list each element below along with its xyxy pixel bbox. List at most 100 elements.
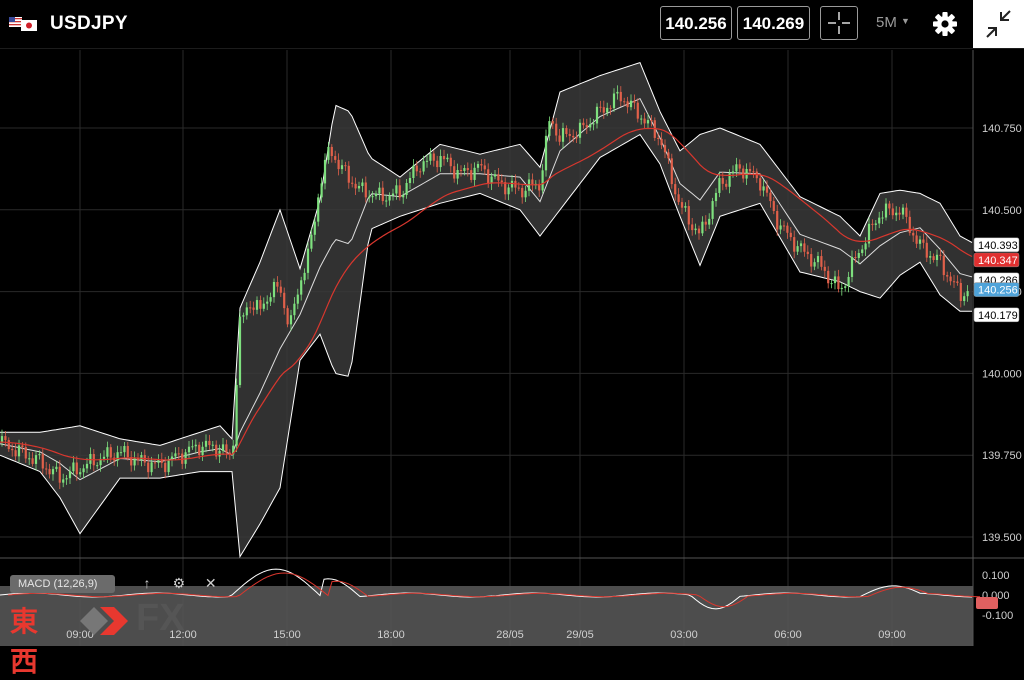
candle-body	[38, 454, 41, 456]
candle-body	[174, 453, 177, 457]
candle-body	[79, 472, 82, 475]
candle-body	[592, 123, 595, 125]
candle-body	[429, 153, 432, 161]
candle-body	[861, 249, 864, 254]
candle-body	[225, 444, 228, 453]
candle-body	[776, 210, 779, 230]
candle-body	[874, 223, 877, 225]
candle-body	[585, 125, 588, 128]
candle-body	[286, 308, 289, 325]
candle-body	[419, 171, 422, 173]
candle-body	[31, 458, 34, 464]
candle-body	[116, 452, 119, 461]
candle-body	[833, 276, 837, 284]
candle-body	[279, 286, 282, 293]
candle-body	[140, 455, 143, 461]
candle-body	[806, 251, 809, 255]
candle-body	[626, 101, 629, 108]
top-bar: USDJPY 140.256 140.269 5M ▼	[0, 0, 1024, 49]
candle-body	[701, 221, 704, 234]
candle-body	[691, 224, 694, 231]
candle-body	[765, 186, 769, 193]
candle-body	[772, 201, 775, 211]
bollinger-bands	[0, 61, 973, 559]
candle-body	[623, 101, 626, 103]
candle-body	[850, 256, 854, 277]
price-tag-label: 140.393	[978, 240, 1018, 252]
candle-body	[694, 228, 697, 231]
candle-body	[245, 307, 248, 316]
candle-body	[436, 160, 439, 168]
candle-body	[272, 282, 276, 298]
candle-body	[194, 444, 197, 447]
candle-body	[500, 180, 503, 183]
collapse-icon	[986, 10, 1011, 38]
candle-body	[368, 196, 371, 198]
candle-body	[354, 183, 357, 189]
y-tick-label: 140.500	[982, 205, 1022, 217]
candle-body	[463, 168, 466, 171]
candle-body	[565, 128, 568, 134]
candle-body	[306, 248, 310, 273]
candle-body	[521, 187, 524, 198]
candle-body	[334, 156, 337, 160]
candle-body	[208, 440, 211, 446]
x-tick-label: 28/05	[496, 629, 524, 641]
candle-body	[432, 153, 435, 161]
candle-body	[147, 462, 150, 473]
candle-body	[857, 253, 860, 258]
macd-label[interactable]: MACD (12,26,9)	[10, 575, 115, 593]
candle-body	[854, 256, 857, 258]
ask-price-button[interactable]: 140.269	[737, 6, 810, 40]
candle-body	[667, 152, 670, 159]
gear-icon[interactable]	[931, 10, 959, 38]
candle-body	[45, 468, 48, 470]
candle-body	[422, 161, 425, 172]
candle-body	[109, 447, 112, 458]
candle-body	[150, 462, 153, 473]
candle-body	[7, 440, 10, 450]
candle-body	[446, 157, 449, 160]
gear-icon[interactable]: ⚙	[165, 575, 193, 592]
candle-body	[905, 207, 908, 217]
close-icon[interactable]: ✕	[197, 575, 225, 592]
symbol-title[interactable]: USDJPY	[50, 13, 128, 35]
candle-body	[296, 294, 299, 304]
candle-body	[895, 212, 898, 216]
candle-body	[663, 145, 667, 153]
candle-body	[606, 107, 609, 113]
candle-body	[330, 146, 333, 157]
candle-body	[789, 232, 792, 238]
collapse-fullscreen-button[interactable]	[973, 0, 1024, 48]
candle-body	[657, 137, 660, 139]
candle-body	[347, 165, 350, 183]
candle-body	[786, 225, 789, 233]
candle-body	[599, 106, 602, 108]
timeframe-dropdown[interactable]: 5M ▼	[876, 14, 910, 31]
candle-body	[629, 100, 633, 108]
candle-body	[204, 440, 208, 447]
crosshair-button[interactable]	[820, 6, 858, 40]
candle-body	[616, 91, 619, 94]
candle-body	[442, 155, 446, 160]
candle-body	[551, 121, 554, 124]
candle-body	[956, 281, 959, 283]
candle-body	[568, 133, 571, 136]
candle-body	[670, 158, 673, 185]
candle-body	[55, 466, 58, 470]
candle-body	[779, 225, 782, 230]
candle-body	[293, 303, 296, 316]
bid-price-button[interactable]: 140.256	[660, 6, 732, 40]
macd-tick-label: 0.100	[982, 570, 1010, 582]
arrow-up-icon[interactable]: ↑	[133, 575, 161, 591]
candle-body	[487, 169, 490, 184]
candle-body	[453, 166, 456, 179]
candle-body	[901, 207, 905, 215]
price-chart[interactable]: 140.750140.500140.250140.000139.750139.5…	[0, 49, 1024, 646]
candle-body	[752, 171, 755, 173]
candle-body	[102, 456, 106, 459]
candle-body	[504, 182, 507, 195]
y-tick-label: 139.500	[982, 532, 1022, 544]
candle-body	[810, 254, 813, 267]
candle-body	[317, 197, 320, 222]
